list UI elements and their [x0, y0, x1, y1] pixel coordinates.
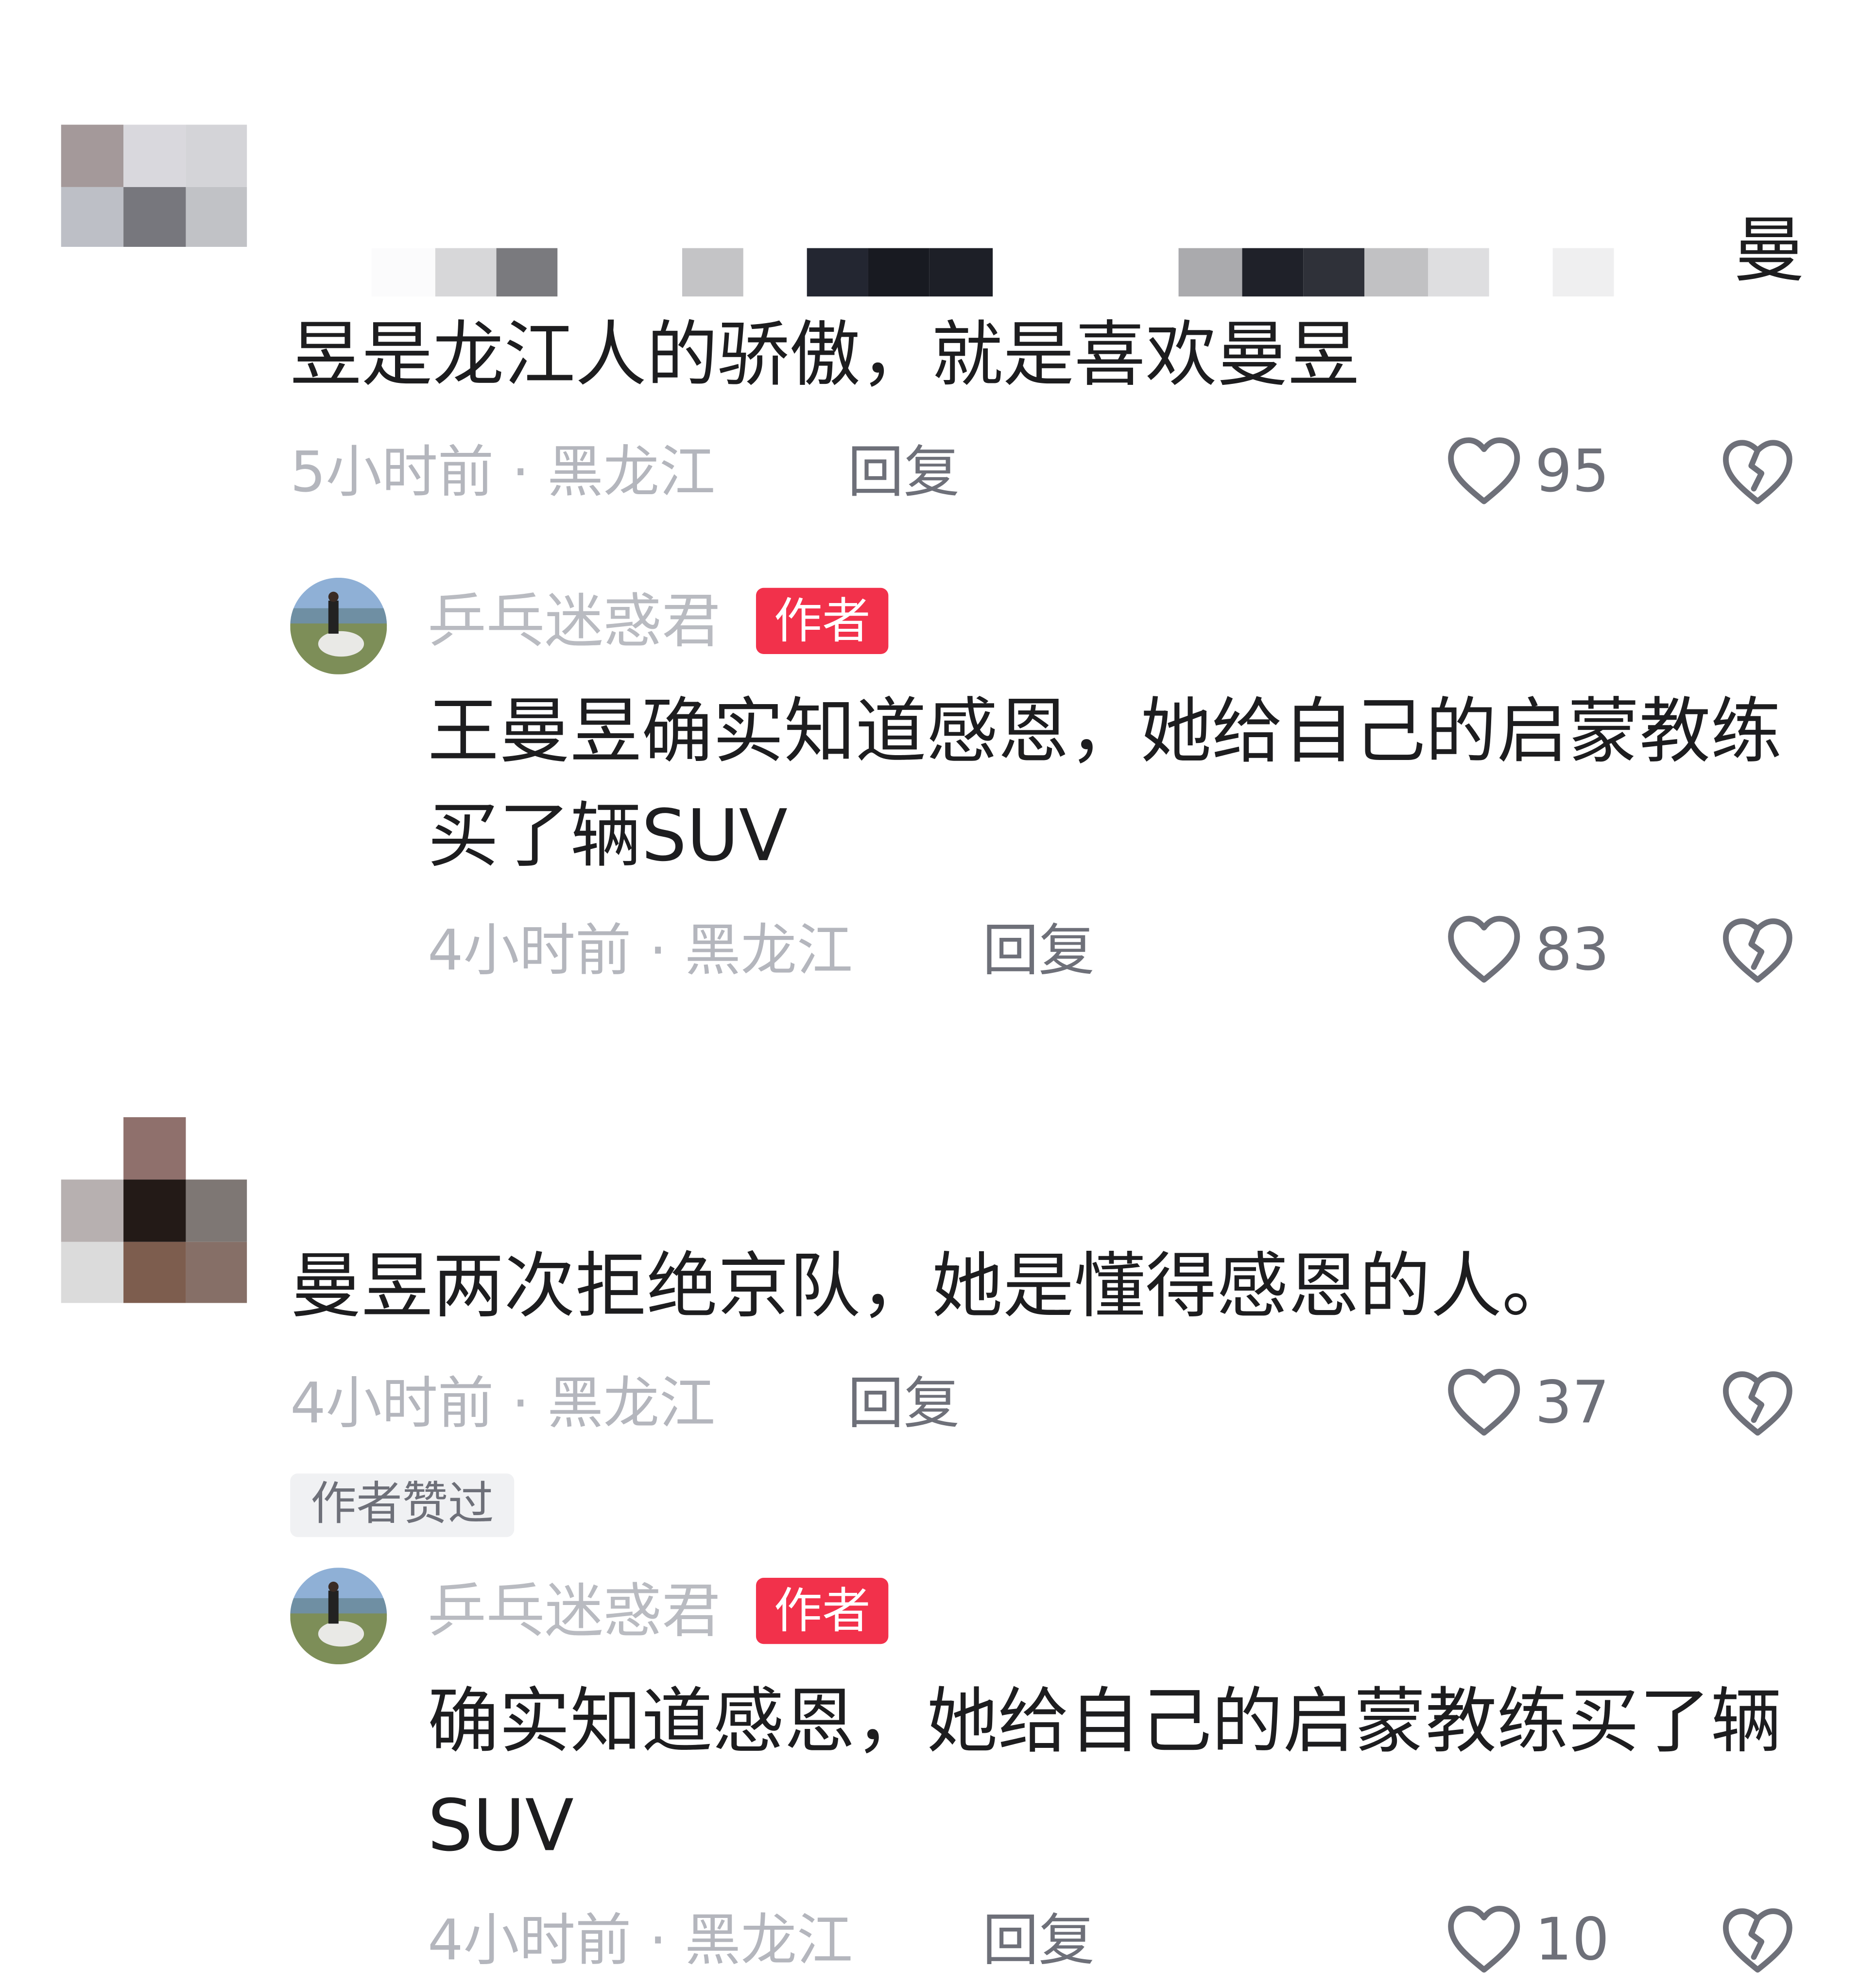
like-button[interactable]: 83 [1446, 914, 1610, 985]
heart-outline-icon [1448, 1905, 1520, 1973]
author-liked-badge: 作者赞过 [290, 1473, 515, 1537]
reply-meta: 4小时前 · 黑龙江 [428, 1909, 853, 1975]
comment-location: 黑龙江 [547, 1371, 716, 1437]
author-badge: 作者 [756, 1578, 889, 1644]
comment-text-lead: 曼 [1733, 210, 1805, 293]
heart-outline-icon [1448, 437, 1520, 504]
avatar[interactable] [61, 124, 247, 247]
reply-time: 4小时前 [428, 1908, 632, 1974]
separator-dot: · [512, 1371, 530, 1437]
reply-meta: 4小时前 · 黑龙江 [428, 919, 853, 985]
reply-time: 4小时前 [428, 918, 632, 984]
reply-text-line-2: SUV [428, 1785, 574, 1868]
comment-text: 曼昱两次拒绝京队，她是懂得感恩的人。 [290, 1245, 1573, 1329]
heart-outline-icon [1448, 1368, 1520, 1436]
comment-meta: 5小时前 · 黑龙江 [290, 440, 715, 506]
username[interactable] [371, 248, 1619, 297]
reply-location: 黑龙江 [685, 918, 853, 984]
reply-text-line-1: 确实知道感恩，她给自己的启蒙教练买了辆 [428, 1681, 1782, 1764]
comment-meta: 4小时前 · 黑龙江 [290, 1372, 715, 1438]
reply-text-line-2: 买了辆SUV [428, 795, 788, 878]
author-badge: 作者 [756, 587, 889, 654]
separator-dot: · [512, 440, 530, 505]
author-avatar[interactable] [290, 1568, 387, 1665]
like-count: 10 [1535, 1905, 1610, 1974]
reply-button[interactable]: 回复 [982, 919, 1095, 985]
like-count: 37 [1535, 1367, 1610, 1437]
comment-time: 4小时前 [290, 1371, 494, 1437]
like-count: 83 [1535, 915, 1610, 984]
author-name[interactable]: 乒乓迷惑君 [428, 1578, 720, 1644]
like-button[interactable]: 95 [1446, 435, 1610, 507]
like-button[interactable]: 10 [1446, 1903, 1610, 1975]
comment-text: 昱是龙江人的骄傲，就是喜欢曼昱 [290, 314, 1360, 397]
reply-button[interactable]: 回复 [848, 1372, 960, 1438]
broken-heart-icon[interactable] [1721, 1369, 1794, 1438]
comment-location: 黑龙江 [547, 440, 716, 505]
broken-heart-icon[interactable] [1721, 438, 1794, 506]
reply-location: 黑龙江 [685, 1908, 853, 1974]
broken-heart-icon[interactable] [1721, 1906, 1794, 1975]
separator-dot: · [649, 918, 667, 984]
like-count: 95 [1535, 436, 1610, 505]
comment-list: 曼 昱是龙江人的骄傲，就是喜欢曼昱 5小时前 · 黑龙江 回复 95 乒乓迷惑君… [0, 0, 1876, 1985]
separator-dot: · [649, 1908, 667, 1974]
like-button[interactable]: 37 [1446, 1366, 1610, 1438]
comment-time: 5小时前 [290, 440, 494, 505]
author-name[interactable]: 乒乓迷惑君 [428, 588, 720, 654]
reply-button[interactable]: 回复 [848, 440, 960, 506]
avatar[interactable] [61, 1117, 247, 1303]
heart-outline-icon [1448, 915, 1520, 983]
broken-heart-icon[interactable] [1721, 916, 1794, 984]
reply-button[interactable]: 回复 [982, 1909, 1095, 1975]
reply-text-line-1: 王曼昱确实知道感恩，她给自己的启蒙教练 [428, 690, 1782, 774]
author-avatar[interactable] [290, 577, 387, 674]
